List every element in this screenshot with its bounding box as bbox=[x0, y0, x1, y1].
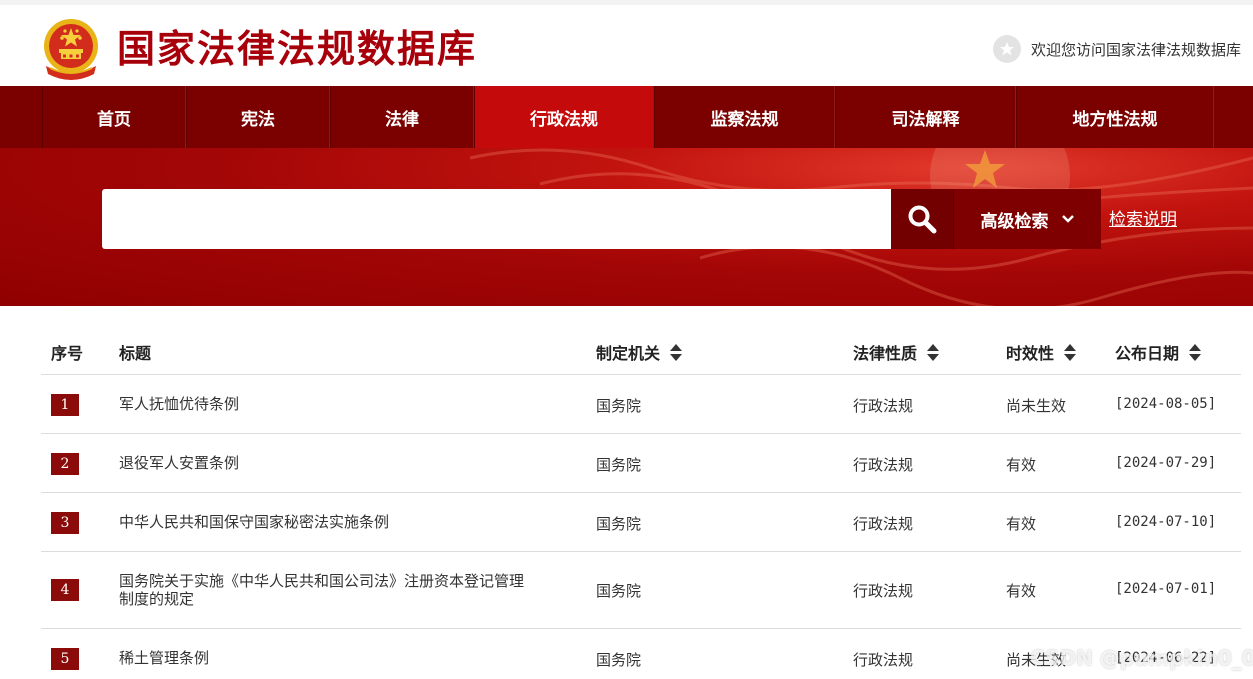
nav-item-local-regulations[interactable]: 地方性法规 bbox=[1016, 86, 1214, 148]
search-input[interactable] bbox=[102, 189, 891, 249]
search-banner: 高级检索 检索说明 bbox=[0, 148, 1253, 306]
table-row: 3 中华人民共和国保守国家秘密法实施条例 国务院 行政法规 有效 [2024-0… bbox=[41, 493, 1241, 552]
table-row: 4 国务院关于实施《中华人民共和国公司法》注册资本登记管理制度的规定 国务院 行… bbox=[41, 552, 1241, 629]
sort-icon bbox=[670, 343, 683, 361]
table-header: 序号 标题 制定机关 法律性质 时效性 公布日期 bbox=[41, 326, 1241, 375]
search-icon bbox=[908, 205, 937, 234]
column-header-title: 标题 bbox=[119, 344, 152, 363]
advanced-search-label: 高级检索 bbox=[980, 211, 1049, 232]
table-row: 2 退役军人安置条例 国务院 行政法规 有效 [2024-07-29] bbox=[41, 434, 1241, 493]
row-title-link[interactable]: 军人抚恤优待条例 bbox=[119, 395, 539, 413]
row-nature: 行政法规 bbox=[853, 515, 914, 533]
row-authority: 国务院 bbox=[596, 582, 642, 600]
row-validity: 有效 bbox=[1006, 456, 1037, 474]
row-validity: 有效 bbox=[1006, 582, 1037, 600]
star-icon bbox=[992, 35, 1021, 63]
row-date: [2024-07-29] bbox=[1115, 455, 1217, 471]
row-index-badge: 3 bbox=[51, 512, 79, 534]
row-index-badge: 2 bbox=[51, 453, 79, 475]
sort-icon bbox=[1064, 343, 1077, 361]
row-title-link[interactable]: 国务院关于实施《中华人民共和国公司法》注册资本登记管理制度的规定 bbox=[119, 572, 529, 608]
row-date: [2024-08-05] bbox=[1115, 396, 1217, 412]
main-nav: 首页 宪法 法律 行政法规 监察法规 司法解释 地方性法规 bbox=[0, 86, 1253, 148]
welcome-message: 欢迎您访问国家法律法规数据库 bbox=[992, 35, 1241, 63]
row-validity: 有效 bbox=[1006, 515, 1037, 533]
site-header: 国家法律法规数据库 欢迎您访问国家法律法规数据库 bbox=[0, 0, 1253, 86]
advanced-search-button[interactable]: 高级检索 bbox=[953, 189, 1101, 249]
nav-item-home[interactable]: 首页 bbox=[42, 86, 186, 148]
results-table: 序号 标题 制定机关 法律性质 时效性 公布日期 1 军人抚恤优待条例 国务院 … bbox=[41, 326, 1241, 679]
row-nature: 行政法规 bbox=[853, 397, 914, 415]
row-nature: 行政法规 bbox=[853, 456, 914, 474]
row-title-link[interactable]: 退役军人安置条例 bbox=[119, 454, 539, 472]
site-title: 国家法律法规数据库 bbox=[117, 26, 478, 71]
sort-icon bbox=[1189, 343, 1202, 361]
column-header-nature[interactable]: 法律性质 bbox=[853, 340, 940, 364]
column-header-validity[interactable]: 时效性 bbox=[1006, 340, 1077, 364]
search-button[interactable] bbox=[891, 189, 953, 249]
row-index-badge: 4 bbox=[51, 579, 79, 601]
row-nature: 行政法规 bbox=[853, 582, 914, 600]
nav-item-supervisory-regulations[interactable]: 监察法规 bbox=[654, 86, 835, 148]
sort-icon bbox=[927, 343, 940, 361]
row-authority: 国务院 bbox=[596, 397, 642, 415]
column-header-date[interactable]: 公布日期 bbox=[1115, 340, 1202, 364]
column-header-index: 序号 bbox=[51, 344, 84, 363]
watermark: CSDN @pumpkin0_0 bbox=[1030, 646, 1253, 670]
row-title-link[interactable]: 稀土管理条例 bbox=[119, 649, 539, 667]
row-nature: 行政法规 bbox=[853, 651, 914, 669]
nav-item-judicial-interpretation[interactable]: 司法解释 bbox=[835, 86, 1016, 148]
row-index-badge: 5 bbox=[51, 648, 79, 670]
row-date: [2024-07-01] bbox=[1115, 581, 1217, 597]
row-authority: 国务院 bbox=[596, 651, 642, 669]
national-emblem-icon bbox=[44, 19, 98, 80]
table-row: 1 军人抚恤优待条例 国务院 行政法规 尚未生效 [2024-08-05] bbox=[41, 375, 1241, 434]
row-authority: 国务院 bbox=[596, 515, 642, 533]
row-title-link[interactable]: 中华人民共和国保守国家秘密法实施条例 bbox=[119, 513, 539, 531]
nav-item-law[interactable]: 法律 bbox=[330, 86, 474, 148]
nav-item-administrative-regulations[interactable]: 行政法规 bbox=[474, 86, 654, 148]
chevron-down-icon bbox=[1061, 215, 1074, 223]
row-date: [2024-07-10] bbox=[1115, 514, 1217, 530]
search-help-link[interactable]: 检索说明 bbox=[1109, 205, 1177, 230]
column-header-authority[interactable]: 制定机关 bbox=[596, 340, 683, 364]
row-authority: 国务院 bbox=[596, 456, 642, 474]
welcome-text: 欢迎您访问国家法律法规数据库 bbox=[1030, 40, 1241, 59]
row-validity: 尚未生效 bbox=[1006, 397, 1067, 415]
nav-item-constitution[interactable]: 宪法 bbox=[186, 86, 330, 148]
row-index-badge: 1 bbox=[51, 394, 79, 416]
